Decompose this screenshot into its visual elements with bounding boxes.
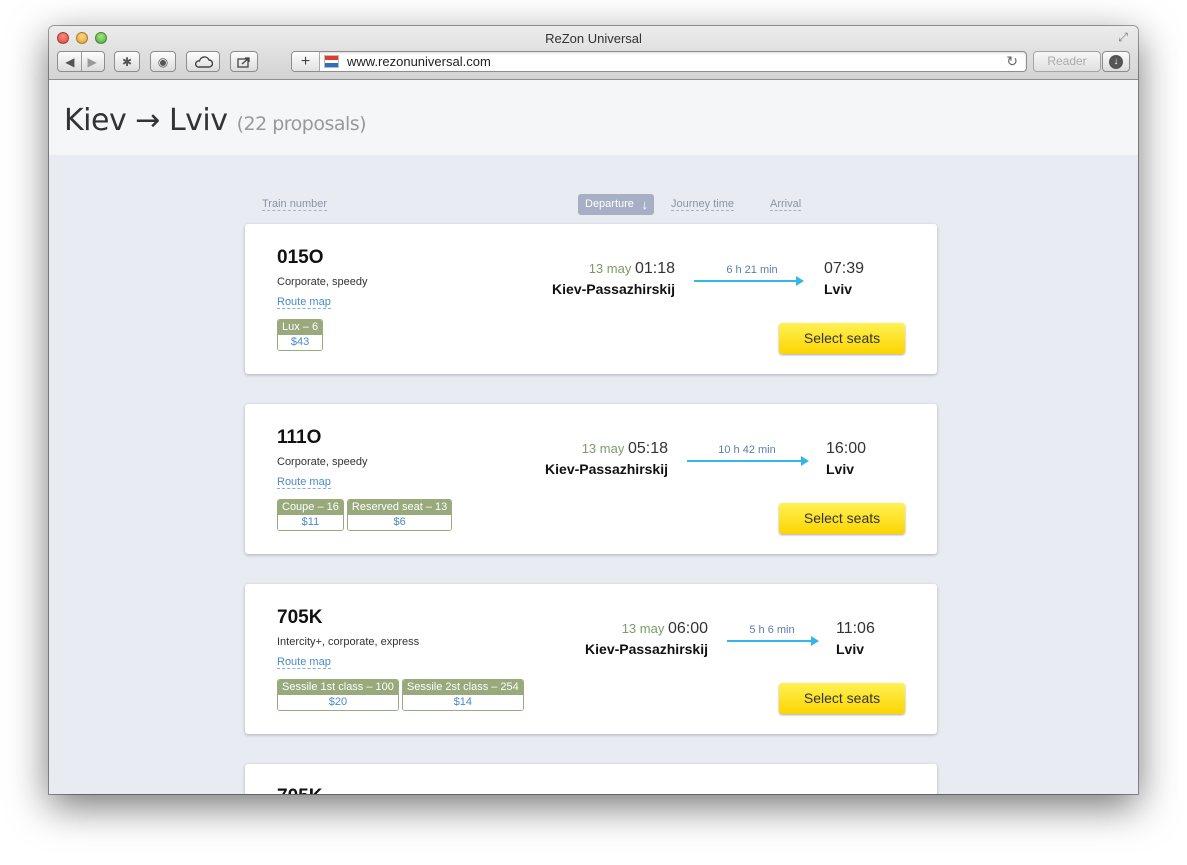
window-title: ReZon Universal: [545, 31, 642, 46]
download-icon: ↓: [1109, 54, 1123, 69]
site-favicon-icon: [324, 55, 339, 68]
departure-datetime: 13 may 01:18: [589, 260, 675, 278]
departure-datetime: 13 may 06:00: [622, 620, 708, 638]
seat-classes: Coupe – 16 $11 Reserved seat – 13 $6: [277, 499, 453, 531]
seat-class-name: Sessile 1st class – 100: [278, 680, 398, 695]
journey-duration: 6 h 21 min: [726, 264, 778, 276]
back-icon[interactable]: ◀: [65, 55, 74, 69]
departure-date: 13 may: [621, 621, 665, 636]
departure-station: Kiev-Passazhirskij: [585, 641, 708, 657]
departure-date: 13 may: [581, 441, 625, 456]
train-card: 015O Corporate, speedy Route map Lux – 6…: [245, 224, 937, 374]
address-bar-group: + www.rezonuniversal.com ↻ Reader ↓: [291, 51, 1130, 72]
seat-class-price: $6: [347, 515, 452, 530]
cloud-icon: [194, 55, 213, 68]
train-card: 111O Corporate, speedy Route map Coupe –…: [245, 404, 937, 554]
proposals-count: (22 proposals): [236, 113, 367, 135]
seat-class-name: Coupe – 16: [278, 500, 343, 515]
seat-class-badge[interactable]: Lux – 6 $43: [277, 319, 324, 351]
address-bar[interactable]: + www.rezonuniversal.com ↻: [291, 51, 1027, 72]
train-number: 705K: [277, 607, 323, 628]
arrival-time: 07:39: [824, 260, 865, 277]
sort-bar: Train number Departure ↓ Journey time Ar…: [49, 194, 1138, 216]
share-icon: [237, 56, 250, 68]
seat-class-name: Reserved seat – 13: [347, 500, 452, 515]
ghost-icon: ◉: [157, 54, 169, 69]
seat-class-badge[interactable]: Sessile 2st class – 254 $14: [401, 679, 524, 711]
sort-down-arrow-icon: ↓: [641, 197, 649, 212]
toolbar: ◀ ▶ ✱ ◉ + www.rezonuniversal.com ↻ Reade…: [57, 50, 1130, 74]
plus-icon: +: [300, 53, 311, 70]
departure-time: 05:18: [627, 440, 668, 457]
arrival-station: Lviv: [824, 281, 853, 297]
fullscreen-icon[interactable]: ⤢: [1116, 30, 1130, 44]
url-text: www.rezonuniversal.com: [347, 54, 491, 69]
seat-class-name: Lux – 6: [278, 320, 323, 335]
select-seats-button[interactable]: Select seats: [779, 683, 905, 714]
route-map-link[interactable]: Route map: [277, 476, 331, 489]
departure-datetime: 13 may 05:18: [582, 440, 668, 458]
back-forward-buttons: ◀ ▶: [57, 51, 105, 72]
reader-button[interactable]: Reader: [1033, 51, 1101, 72]
train-card: 705K: [245, 764, 937, 794]
journey-arrow-icon: [687, 456, 809, 466]
arrival-time: 16:00: [826, 440, 867, 457]
seat-class-price: $11: [278, 515, 343, 530]
sort-journey-time[interactable]: Journey time: [671, 198, 734, 211]
select-seats-button[interactable]: Select seats: [779, 323, 905, 354]
route-map-link[interactable]: Route map: [277, 656, 331, 669]
reload-icon[interactable]: ↻: [1006, 53, 1018, 70]
journey-arrow-icon: [694, 276, 804, 286]
departure-station: Kiev-Passazhirskij: [545, 461, 668, 477]
journey-duration: 5 h 6 min: [749, 624, 795, 636]
select-seats-button[interactable]: Select seats: [779, 503, 905, 534]
ghostery-button[interactable]: ◉: [150, 51, 176, 72]
arrival-station: Lviv: [826, 461, 855, 477]
route-map-link[interactable]: Route map: [277, 296, 331, 309]
seat-class-badge[interactable]: Reserved seat – 13 $6: [346, 499, 453, 531]
seat-classes: Sessile 1st class – 100 $20 Sessile 2st …: [277, 679, 524, 711]
extension-button[interactable]: ✱: [114, 51, 140, 72]
route-arrow: →: [135, 103, 160, 138]
sort-arrival[interactable]: Arrival: [770, 198, 802, 211]
destination-city: Lviv: [168, 103, 228, 138]
icloud-button[interactable]: [186, 51, 220, 72]
train-type: Corporate, speedy: [277, 276, 368, 288]
downloads-button[interactable]: ↓: [1102, 51, 1130, 72]
train-number: 705K: [277, 786, 322, 794]
train-type: Corporate, speedy: [277, 456, 368, 468]
journey-arrow-icon: [727, 636, 819, 646]
page-content: Kiev → Lviv (22 proposals) Train number …: [49, 80, 1138, 794]
seat-class-price: $20: [278, 695, 398, 710]
departure-time: 01:18: [634, 260, 675, 277]
forward-icon[interactable]: ▶: [88, 55, 97, 69]
train-number: 015O: [277, 247, 324, 268]
departure-date: 13 may: [588, 261, 632, 276]
train-number: 111O: [277, 427, 322, 448]
train-type: Intercity+, corporate, express: [277, 636, 420, 648]
seat-class-price: $43: [278, 335, 323, 350]
page-title: Kiev → Lviv (22 proposals): [64, 103, 367, 138]
arrival-time: 11:06: [836, 620, 875, 637]
seat-class-price: $14: [402, 695, 523, 710]
journey-duration: 10 h 42 min: [718, 444, 776, 456]
seat-class-name: Sessile 2st class – 254: [402, 680, 523, 695]
arrival-station: Lviv: [836, 641, 865, 657]
sort-departure-label: Departure: [585, 198, 634, 210]
departure-time: 06:00: [667, 620, 708, 637]
add-bookmark-button[interactable]: +: [292, 52, 320, 71]
seat-classes: Lux – 6 $43: [277, 319, 324, 351]
title-bar: ReZon Universal ⤢ ◀ ▶ ✱ ◉ + www.rezonuni…: [49, 26, 1138, 80]
sort-train-number[interactable]: Train number: [262, 198, 328, 211]
page-header: Kiev → Lviv (22 proposals): [49, 80, 1138, 155]
share-button[interactable]: [230, 51, 258, 72]
departure-station: Kiev-Passazhirskij: [552, 281, 675, 297]
seat-class-badge[interactable]: Coupe – 16 $11: [277, 499, 344, 531]
seat-class-badge[interactable]: Sessile 1st class – 100 $20: [277, 679, 399, 711]
sort-departure[interactable]: Departure ↓: [578, 194, 654, 215]
train-card: 705K Intercity+, corporate, express Rout…: [245, 584, 937, 734]
browser-window: ReZon Universal ⤢ ◀ ▶ ✱ ◉ + www.rezonuni…: [49, 26, 1138, 794]
origin-city: Kiev: [64, 103, 127, 138]
bug-icon: ✱: [121, 54, 133, 69]
